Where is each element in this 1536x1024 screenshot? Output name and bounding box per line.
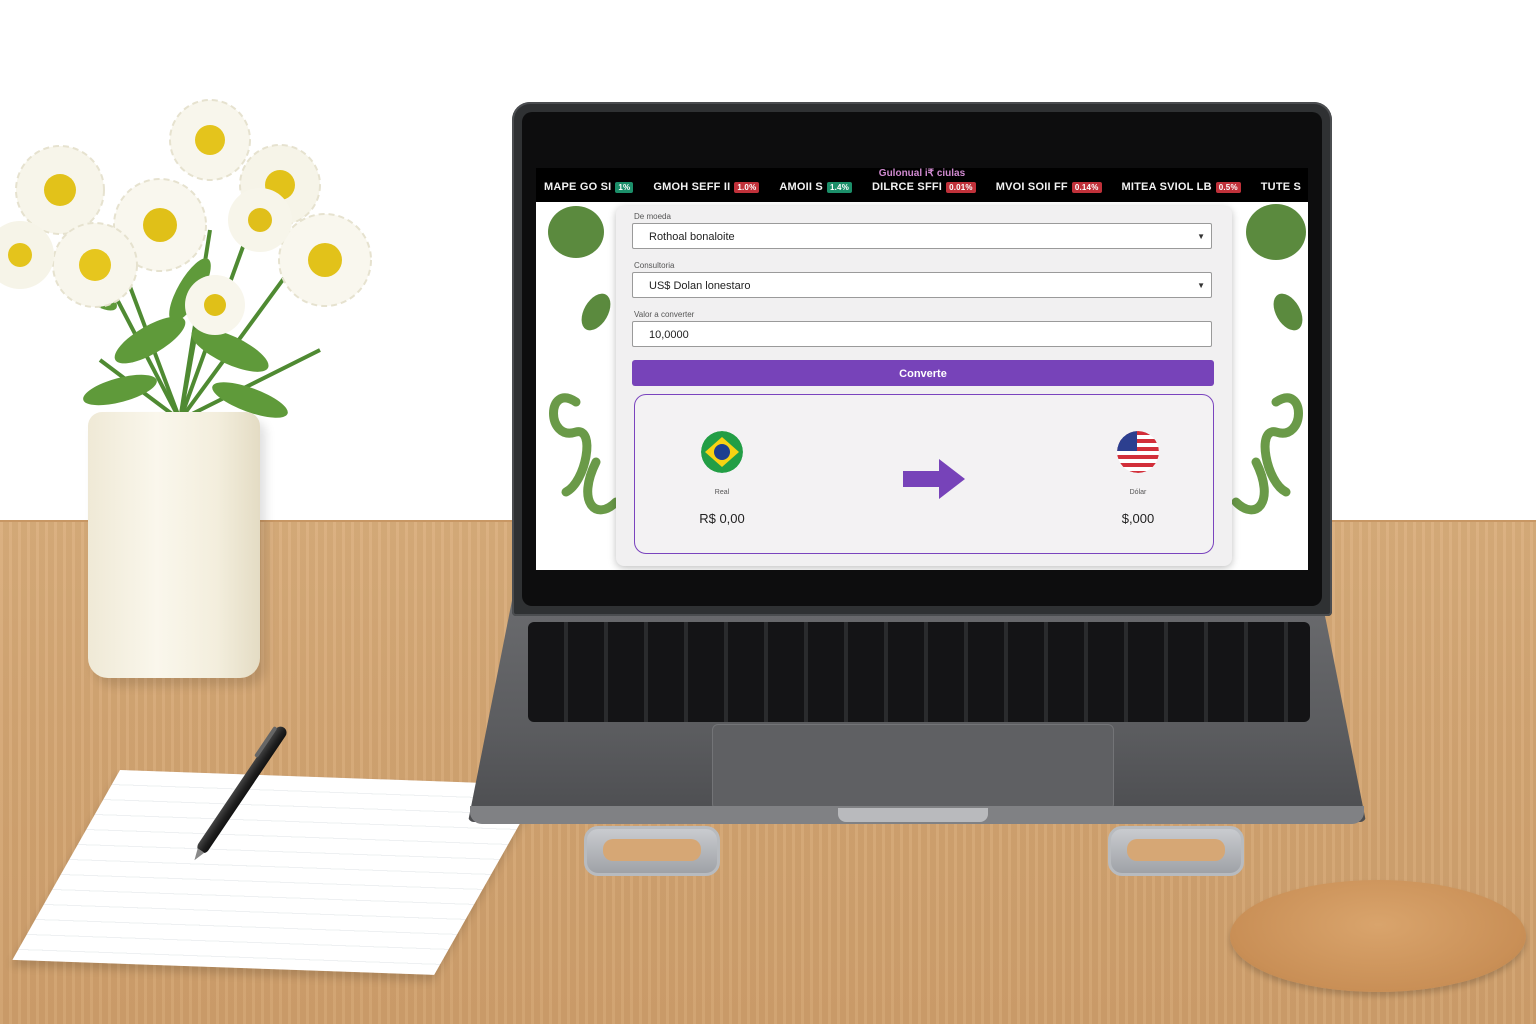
amount-label: Valor a converter [634, 310, 695, 319]
ticker-symbol: DILRCE SFFI [872, 181, 943, 193]
laptop-keyboard [528, 622, 1310, 722]
white-vase [88, 412, 260, 678]
ticker-item[interactable]: DILRCE SFFI 0.01% [872, 181, 976, 193]
ticker-change: 1.4% [826, 181, 853, 193]
to-currency-value: US$ Dolan lonestaro [649, 280, 751, 292]
chevron-down-icon: ▼ [1197, 281, 1205, 290]
cork-coaster [1230, 880, 1526, 992]
ticker-symbol: MAPE GO SI [544, 181, 612, 193]
ticker-symbol: GMOH SEFF II [653, 181, 731, 193]
ticker-symbol: TUTE S [1260, 181, 1302, 193]
laptop-stand-right [1108, 826, 1244, 876]
ticker-item[interactable]: GMOH SEFF II 1.0% [653, 181, 760, 193]
from-amount: R$ 0,00 [699, 511, 745, 526]
stand-slot [603, 839, 701, 861]
ticker-row: MAPE GO SI 1% GMOH SEFF II 1.0% AMOII S … [544, 181, 1301, 193]
ticker-change: 0.01% [946, 181, 976, 193]
ticker-brand: Gulonual i₹ ciulas [878, 168, 966, 179]
ticker-item[interactable]: TUTE S [1261, 181, 1301, 193]
conversion-result-panel: Real R$ 0,00 Dólar $,000 [634, 394, 1214, 554]
from-currency-name: Real [714, 489, 730, 496]
ticker-symbol: AMOII S [779, 181, 823, 193]
ticker-change: 0.5% [1215, 181, 1241, 193]
ticker-change: 1% [615, 181, 634, 193]
ticker-symbol: MITEA SVIOL LB [1121, 181, 1212, 193]
ticker-item[interactable]: MITEA SVIOL LB 0.5% [1122, 181, 1241, 193]
convert-button[interactable]: Converte [632, 360, 1214, 386]
from-currency-label: De moeda [634, 212, 671, 221]
ticker-change: 0.14% [1071, 181, 1102, 193]
ticker-item[interactable]: MAPE GO SI 1% [544, 181, 634, 193]
ticker-symbol: MVOI SOII FF [995, 181, 1068, 193]
amount-value: 10,0000 [649, 329, 689, 341]
to-amount: $,000 [1121, 511, 1155, 526]
arrow-right-icon [903, 459, 965, 499]
ticker-item[interactable]: AMOII S 1.4% [779, 181, 853, 193]
daisy-bouquet [0, 99, 372, 422]
stand-slot [1127, 839, 1225, 861]
brazil-flag-icon [701, 431, 743, 473]
stock-ticker-bar: Gulonual i₹ ciulas MAPE GO SI 1% GMOH SE… [536, 168, 1308, 202]
to-currency-label: Consultoria [634, 261, 675, 270]
laptop-stand-left [584, 826, 720, 876]
ticker-item[interactable]: MVOI SOII FF 0.14% [996, 181, 1102, 193]
ticker-change: 1.0% [734, 181, 760, 193]
converter-card: De moeda Rothoal bonaloite ▼ Consultoria… [616, 206, 1232, 566]
laptop-trackpad [712, 724, 1114, 810]
to-currency-select[interactable]: US$ Dolan lonestaro ▼ [632, 272, 1212, 298]
from-currency-select[interactable]: Rothoal bonaloite ▼ [632, 223, 1212, 249]
from-currency-value: Rothoal bonaloite [649, 231, 735, 243]
chevron-down-icon: ▼ [1197, 232, 1205, 241]
usa-flag-icon [1117, 431, 1159, 473]
amount-input[interactable]: 10,0000 [632, 321, 1212, 347]
to-currency-name: Dólar [1129, 489, 1147, 496]
laptop-notch [838, 808, 988, 822]
laptop-screen: Gulonual i₹ ciulas MAPE GO SI 1% GMOH SE… [536, 168, 1308, 570]
